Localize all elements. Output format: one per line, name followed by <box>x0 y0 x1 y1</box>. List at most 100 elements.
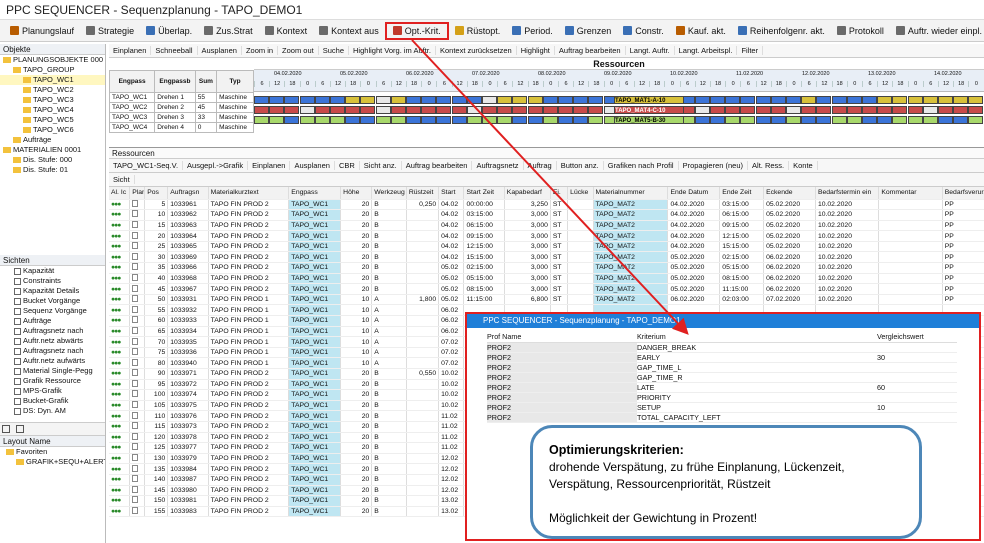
gantt-bar[interactable] <box>953 116 969 124</box>
gantt-bar[interactable] <box>406 116 421 124</box>
toolbar-item[interactable]: Filter <box>737 46 764 55</box>
column-header[interactable]: Werkzeug <box>371 187 407 200</box>
gantt-bar[interactable] <box>953 106 969 114</box>
gantt-bar[interactable] <box>907 116 923 124</box>
gantt-bar[interactable] <box>558 116 573 124</box>
column-header[interactable]: Bedarfstermin ein <box>815 187 880 200</box>
gantt-row[interactable]: TAPO_WC2 Drehen 2 45 Maschine <box>108 102 254 113</box>
gantt-bar[interactable] <box>938 116 953 124</box>
plan-cell[interactable] <box>129 241 146 253</box>
gantt-bar[interactable] <box>710 116 725 124</box>
column-header[interactable]: Kapabedarf <box>504 187 551 200</box>
gantt-bar[interactable] <box>542 116 558 124</box>
toolbar-button-1[interactable]: Strategie <box>80 22 140 40</box>
toolbar-button-6[interactable]: Opt.-Krit. <box>384 21 449 40</box>
gantt-bar[interactable] <box>558 96 573 104</box>
gantt-bar[interactable] <box>436 106 452 114</box>
plan-cell[interactable] <box>129 442 146 454</box>
delete-icon[interactable] <box>16 425 25 433</box>
toolbar-item[interactable]: Sicht anz. <box>360 161 402 170</box>
criteria-row[interactable]: PROF2 GAP_TIME_L <box>487 362 957 373</box>
tree-item[interactable]: TAPO_WC6 <box>0 125 105 135</box>
view-item[interactable]: Auftr.netz aufwärts <box>0 356 105 366</box>
gantt-bar[interactable] <box>846 116 862 124</box>
plan-cell[interactable] <box>129 410 146 422</box>
checkbox-icon[interactable] <box>132 348 139 356</box>
column-header[interactable]: Ende Datum <box>667 187 721 200</box>
toolbar-button-11[interactable]: Kauf. akt. <box>670 22 732 40</box>
toolbar-item[interactable]: CBR <box>335 161 360 170</box>
toolbar-button-9[interactable]: Grenzen <box>559 22 618 40</box>
tree-item[interactable]: TAPO_WC3 <box>0 95 105 105</box>
view-item[interactable]: Auftr.netz abwärts <box>0 336 105 346</box>
plan-cell[interactable] <box>129 273 146 285</box>
gantt-bar[interactable] <box>725 116 741 124</box>
tree-item[interactable]: Dis. Stufe: 01 <box>0 165 105 175</box>
gantt-bar[interactable] <box>755 116 771 124</box>
gantt-bar[interactable] <box>938 96 953 104</box>
gantt-bar[interactable] <box>406 96 421 104</box>
table-row[interactable]: ●●● 10 1033962 TAPO FIN PROD 2 TAPO_WC1 20 B 04… <box>109 209 984 221</box>
view-item[interactable]: Bucket Vorgänge <box>0 296 105 306</box>
table-row[interactable]: ●●● 5 1033961 TAPO FIN PROD 2 TAPO_WC1 20 B 0,2… <box>109 199 984 211</box>
tree-item[interactable]: TAPO_WC1 <box>0 75 105 85</box>
gantt-bar[interactable] <box>573 96 589 104</box>
checkbox-icon[interactable] <box>132 496 139 504</box>
popup-column-header[interactable]: Vergleichswert <box>877 332 957 343</box>
gantt-bar[interactable] <box>573 106 589 114</box>
column-header[interactable]: Start <box>438 187 465 200</box>
gantt-bar[interactable] <box>345 106 361 114</box>
view-item[interactable]: MPS-Grafik <box>0 386 105 396</box>
toolbar-button-4[interactable]: Kontext <box>259 22 314 40</box>
column-header[interactable]: Eckende <box>763 187 816 200</box>
gantt-bar[interactable] <box>466 96 482 104</box>
toolbar-item[interactable]: Auftragsnetz <box>472 161 524 170</box>
gantt-column-header[interactable]: Engpassb <box>154 70 196 93</box>
toolbar-button-3[interactable]: Zus.Strat <box>198 22 259 40</box>
gantt-bar[interactable] <box>375 106 391 114</box>
gantt-bar[interactable] <box>877 116 893 124</box>
view-item[interactable]: DS: Dyn. AM <box>0 406 105 416</box>
view-item[interactable]: Aufträge <box>0 316 105 326</box>
column-header[interactable]: Al. Ic <box>109 187 131 200</box>
gantt-bar[interactable] <box>968 106 984 114</box>
tree-item[interactable]: Dis. Stufe: 000 <box>0 155 105 165</box>
plan-cell[interactable] <box>129 368 146 380</box>
checkbox-icon[interactable] <box>132 305 139 313</box>
plan-cell[interactable] <box>129 304 146 317</box>
view-item[interactable]: Kapazität <box>0 266 105 276</box>
column-header[interactable]: Ei. <box>550 187 569 200</box>
popup-column-header[interactable]: Kriterium <box>637 332 877 343</box>
plan-cell[interactable] <box>129 209 146 221</box>
view-item[interactable]: Auftragsnetz nach <box>0 346 105 356</box>
plan-cell[interactable] <box>129 326 146 338</box>
gantt-bar[interactable] <box>801 96 817 104</box>
gantt-bar[interactable] <box>862 96 877 104</box>
toolbar-item[interactable]: Ausgepl.->Grafik <box>183 161 249 170</box>
toolbar-item[interactable]: Einplanen <box>109 46 152 55</box>
layout-item[interactable]: GRAFIK+SEQU+ALERT <box>0 457 105 467</box>
gantt-bar[interactable] <box>299 106 315 114</box>
save-icon[interactable] <box>2 425 10 433</box>
checkbox-icon[interactable] <box>132 295 139 303</box>
gantt-bar[interactable] <box>542 96 558 104</box>
gantt-bar[interactable] <box>451 106 467 114</box>
gantt-bar[interactable] <box>436 96 452 104</box>
toolbar-button-2[interactable]: Überlap. <box>140 22 198 40</box>
gantt-bar[interactable] <box>694 96 710 104</box>
plan-cell[interactable] <box>129 220 146 232</box>
checkbox-icon[interactable] <box>132 242 139 250</box>
gantt-bar[interactable] <box>314 116 330 124</box>
tree-item[interactable]: MATERIALIEN 0001 <box>0 145 105 155</box>
checkbox-icon[interactable] <box>132 379 139 387</box>
gantt-bar[interactable] <box>786 116 801 124</box>
gantt-bar[interactable] <box>436 116 452 124</box>
gantt-bar[interactable] <box>360 106 376 114</box>
gantt-bar[interactable] <box>862 116 877 124</box>
gantt-bar[interactable] <box>269 106 285 114</box>
gantt-bar[interactable] <box>694 106 710 114</box>
gantt-bar[interactable] <box>466 116 482 124</box>
gantt-bar[interactable] <box>254 106 269 114</box>
popup-column-header[interactable]: Prof Name <box>487 332 637 343</box>
gantt-bar[interactable] <box>892 96 908 104</box>
